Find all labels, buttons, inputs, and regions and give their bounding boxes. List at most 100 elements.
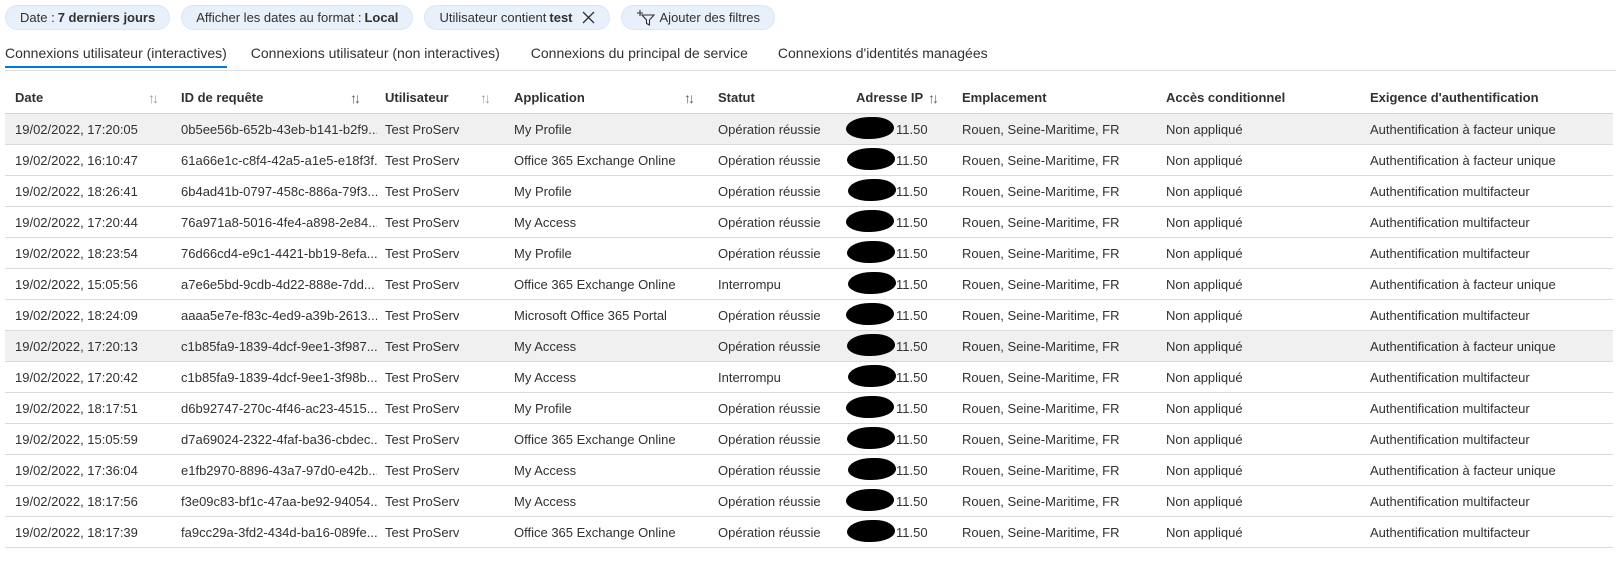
row-auth-requirement: Authentification multifacteur [1370,432,1530,447]
add-filters-button[interactable]: Ajouter des filtres [620,5,775,30]
row-conditional-access: Non appliqué [1166,122,1243,137]
row-status: Opération réussie [718,184,821,199]
table-row[interactable]: 19/02/2022, 17:20:42 c1b85fa9-1839-4dcf-9… [5,362,1613,393]
row-request-id: aaaa5e7e-f83c-4ed9-a39b-2613... [181,308,377,323]
table-row[interactable]: 19/02/2022, 18:23:54 76d66cd4-e9c1-4421-b… [5,238,1613,269]
column-header-conditional-access[interactable]: Accès conditionnel [1166,90,1285,105]
row-user: Test ProServ [385,277,460,292]
row-ip: 11.50 [896,215,928,230]
row-conditional-access: Non appliqué [1166,246,1243,261]
sort-arrows-icon[interactable]: ↑↓ [928,90,939,106]
row-ip: 11.50 [896,494,928,509]
tab-interactive[interactable]: Connexions utilisateur (interactives) [5,42,227,72]
column-header-user[interactable]: Utilisateur [385,90,449,105]
row-conditional-access: Non appliqué [1166,184,1243,199]
row-date: 19/02/2022, 16:10:47 [15,153,138,168]
column-header-application[interactable]: Application [514,90,585,105]
table-row[interactable]: 19/02/2022, 18:24:09 aaaa5e7e-f83c-4ed9-a… [5,300,1613,331]
row-ip: 11.50 [896,153,928,168]
column-header-location[interactable]: Emplacement [962,90,1047,105]
row-auth-requirement: Authentification multifacteur [1370,184,1530,199]
redacted-ip-mark [846,489,894,511]
row-user: Test ProServ [385,370,460,385]
row-location: Rouen, Seine-Maritime, FR [962,525,1120,540]
row-date: 19/02/2022, 18:24:09 [15,308,138,323]
table-row[interactable]: 19/02/2022, 17:20:44 76a971a8-5016-4fe4-a… [5,207,1613,238]
date-format-pill[interactable]: Afficher les dates au format : Local [181,5,414,30]
column-header-request-id[interactable]: ID de requête [181,90,263,105]
column-header-date[interactable]: Date [15,90,43,105]
redacted-ip-mark [847,148,895,170]
row-conditional-access: Non appliqué [1166,153,1243,168]
row-status: Interrompu [718,370,781,385]
row-user: Test ProServ [385,339,460,354]
table-row[interactable]: 19/02/2022, 15:05:56 a7e6e5bd-9cdb-4d22-8… [5,269,1613,300]
row-request-id: c1b85fa9-1839-4dcf-9ee1-3f98b... [181,370,377,385]
redacted-ip-mark [848,272,896,294]
user-filter-pill[interactable]: Utilisateur contient test [424,5,610,30]
row-user: Test ProServ [385,463,460,478]
row-user: Test ProServ [385,215,460,230]
date-format-label: Afficher les dates au format : [196,10,362,25]
sort-arrows-icon[interactable]: ↑↓ [480,90,491,106]
table-row[interactable]: 19/02/2022, 15:05:59 d7a69024-2322-4faf-b… [5,424,1613,455]
row-user: Test ProServ [385,525,460,540]
row-date: 19/02/2022, 18:17:51 [15,401,138,416]
row-request-id: a7e6e5bd-9cdb-4d22-888e-7dd... [181,277,375,292]
column-header-ip[interactable]: Adresse IP [856,90,923,105]
row-location: Rouen, Seine-Maritime, FR [962,277,1120,292]
row-location: Rouen, Seine-Maritime, FR [962,308,1120,323]
row-date: 19/02/2022, 17:20:05 [15,122,138,137]
row-auth-requirement: Authentification multifacteur [1370,308,1530,323]
row-application: My Profile [514,122,572,137]
row-user: Test ProServ [385,153,460,168]
table-row[interactable]: 19/02/2022, 18:17:56 f3e09c83-bf1c-47aa-b… [5,486,1613,517]
row-conditional-access: Non appliqué [1166,432,1243,447]
close-icon[interactable] [582,11,595,24]
row-application: My Profile [514,184,572,199]
row-request-id: c1b85fa9-1839-4dcf-9ee1-3f987... [181,339,377,354]
tab-service-principal[interactable]: Connexions du principal de service [531,42,748,72]
row-status: Interrompu [718,277,781,292]
row-date: 19/02/2022, 18:17:56 [15,494,138,509]
table-row[interactable]: 19/02/2022, 18:17:51 d6b92747-270c-4f46-a… [5,393,1613,424]
user-filter-value: test [549,10,573,25]
row-ip: 11.50 [896,432,928,447]
row-ip: 11.50 [896,308,928,323]
row-location: Rouen, Seine-Maritime, FR [962,184,1120,199]
column-header-auth-requirement[interactable]: Exigence d'authentification [1370,90,1539,105]
table-row[interactable]: 19/02/2022, 17:36:04 e1fb2970-8896-43a7-9… [5,455,1613,486]
date-filter-pill[interactable]: Date : 7 derniers jours [5,5,171,30]
row-location: Rouen, Seine-Maritime, FR [962,122,1120,137]
sort-arrows-icon[interactable]: ↑↓ [350,90,361,106]
row-date: 19/02/2022, 18:26:41 [15,184,138,199]
redacted-ip-mark [847,427,895,449]
row-status: Opération réussie [718,432,821,447]
table-row[interactable]: 19/02/2022, 18:17:39 fa9cc29a-3fd2-434d-b… [5,517,1613,548]
redacted-ip-mark [848,365,896,387]
row-date: 19/02/2022, 17:20:44 [15,215,138,230]
row-application: My Access [514,339,577,354]
sort-arrows-icon[interactable]: ↑↓ [684,90,695,106]
table-row[interactable]: 19/02/2022, 17:20:13 c1b85fa9-1839-4dcf-9… [5,331,1613,362]
row-date: 19/02/2022, 17:20:42 [15,370,138,385]
row-date: 19/02/2022, 17:20:13 [15,339,138,354]
row-ip: 11.50 [896,463,928,478]
table-row[interactable]: 19/02/2022, 18:26:41 6b4ad41b-0797-458c-8… [5,176,1613,207]
row-ip: 11.50 [896,525,928,540]
table-row[interactable]: 19/02/2022, 16:10:47 61a66e1c-c8f4-42a5-a… [5,145,1613,176]
tab-non-interactive[interactable]: Connexions utilisateur (non interactives… [251,42,500,72]
sort-arrows-icon[interactable]: ↑↓ [148,90,159,106]
table-row[interactable]: 19/02/2022, 17:20:05 0b5ee56b-652b-43eb-b… [5,114,1613,145]
row-auth-requirement: Authentification multifacteur [1370,370,1530,385]
row-location: Rouen, Seine-Maritime, FR [962,246,1120,261]
redacted-ip-mark [846,210,894,232]
row-auth-requirement: Authentification à facteur unique [1370,153,1556,168]
row-conditional-access: Non appliqué [1166,308,1243,323]
row-status: Opération réussie [718,215,821,230]
column-header-status[interactable]: Statut [718,90,755,105]
tab-managed-identities[interactable]: Connexions d'identités managées [778,42,988,72]
date-filter-label: Date : [20,10,55,25]
row-ip: 11.50 [896,277,928,292]
row-status: Opération réussie [718,122,821,137]
